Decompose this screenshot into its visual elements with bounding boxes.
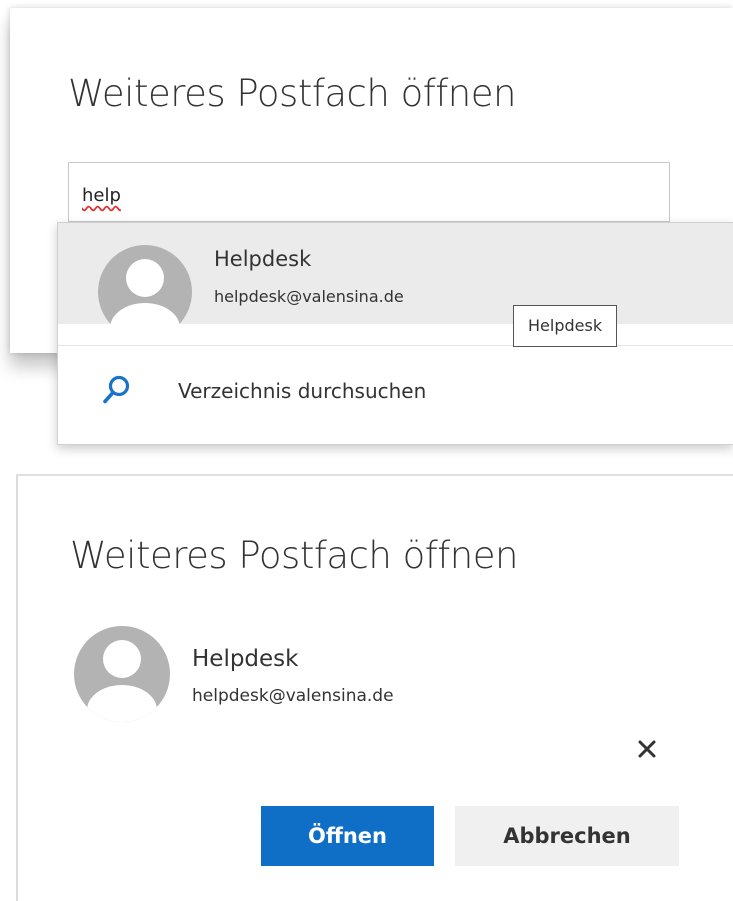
- open-button[interactable]: Öffnen: [261, 806, 434, 866]
- search-icon: [103, 375, 130, 404]
- suggestion-name: Helpdesk: [214, 247, 312, 271]
- avatar-body-shape: [87, 685, 157, 722]
- close-icon: [638, 740, 656, 758]
- search-input-value: help: [82, 185, 121, 206]
- suggestion-dropdown: Helpdesk helpdesk@valensina.de Verzeichn…: [57, 222, 733, 445]
- screenshot-canvas: Weiteres Postfach öffnen help Helpdesk h…: [0, 0, 733, 901]
- mailbox-search-input[interactable]: help: [68, 162, 670, 222]
- cancel-button[interactable]: Abbrechen: [455, 806, 679, 866]
- selected-person-name: Helpdesk: [192, 646, 299, 672]
- person-avatar-icon: [98, 245, 192, 324]
- avatar-head-shape: [103, 640, 141, 678]
- remove-selection-button[interactable]: [634, 736, 660, 762]
- open-mailbox-dialog-selected: Weiteres Postfach öffnen Helpdesk helpde…: [16, 474, 733, 901]
- selected-person-card: Helpdesk helpdesk@valensina.de: [74, 622, 594, 732]
- suggestion-divider: [58, 345, 733, 346]
- directory-search-option[interactable]: Verzeichnis durchsuchen: [58, 361, 733, 423]
- dialog-title: Weiteres Postfach öffnen: [70, 534, 518, 577]
- avatar-head-shape: [126, 259, 164, 297]
- suggestion-item-helpdesk[interactable]: Helpdesk helpdesk@valensina.de: [58, 223, 733, 324]
- person-avatar-icon: [74, 626, 170, 722]
- suggestion-email: helpdesk@valensina.de: [214, 287, 404, 306]
- selected-person-email: helpdesk@valensina.de: [192, 686, 394, 706]
- tooltip: Helpdesk: [513, 305, 618, 347]
- dialog-title: Weiteres Postfach öffnen: [68, 72, 516, 115]
- directory-search-label: Verzeichnis durchsuchen: [178, 379, 427, 403]
- avatar-body-shape: [110, 303, 180, 324]
